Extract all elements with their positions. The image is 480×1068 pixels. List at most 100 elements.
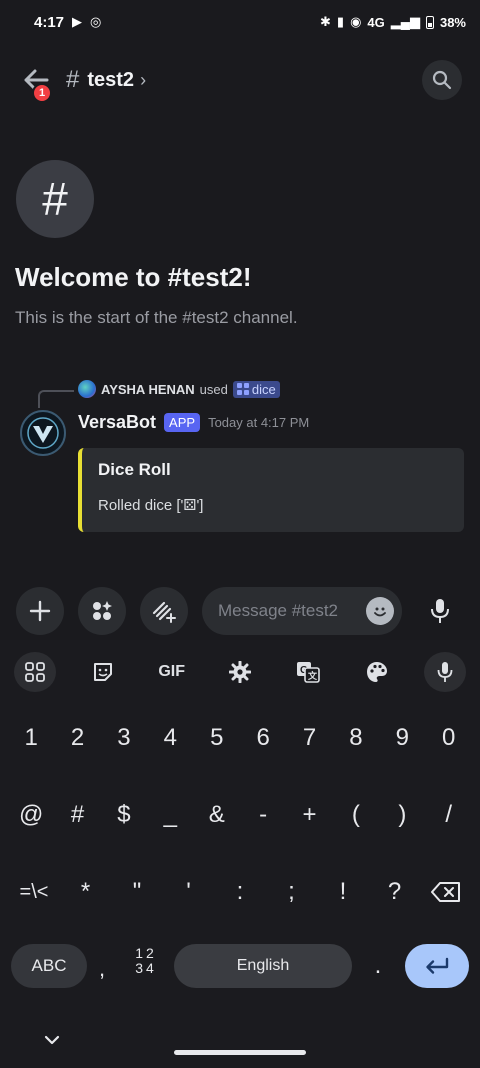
notification-badge: 1	[32, 83, 52, 103]
space-key[interactable]: English	[174, 944, 352, 988]
enter-key[interactable]	[405, 944, 469, 988]
message-input-placeholder: Message #test2	[218, 601, 339, 620]
home-gesture-bar[interactable]	[174, 1050, 306, 1055]
user-avatar[interactable]	[78, 380, 96, 398]
welcome-title: Welcome to #test2!	[15, 262, 252, 292]
key-exclamation[interactable]: !	[323, 867, 363, 917]
key-minus[interactable]: -	[243, 790, 283, 840]
key-8[interactable]: 8	[336, 713, 376, 763]
chevron-down-icon	[44, 1035, 60, 1045]
key-slash[interactable]: /	[429, 790, 469, 840]
key-5[interactable]: 5	[197, 713, 237, 763]
channel-title[interactable]: test2	[87, 69, 134, 92]
voice-message-button[interactable]	[416, 587, 464, 635]
add-button[interactable]	[16, 587, 64, 635]
embed-title: Dice Roll	[98, 460, 171, 479]
key-dollar[interactable]: $	[104, 790, 144, 840]
sticker-button[interactable]	[82, 652, 124, 692]
key-question[interactable]: ?	[375, 867, 415, 917]
signal-icon: ▂▄▆	[390, 14, 420, 29]
key-single-quote[interactable]: '	[169, 867, 209, 917]
gear-icon	[228, 661, 251, 683]
sticker-icon	[94, 663, 113, 681]
bottom-key-row: ABC , 12 34 English .	[0, 944, 480, 988]
command-name: dice	[251, 381, 276, 397]
channel-hash-large-icon: #	[16, 160, 94, 238]
apps-button[interactable]	[78, 587, 126, 635]
enter-icon	[426, 957, 449, 974]
key-4[interactable]: 4	[150, 713, 190, 763]
message-timestamp: Today at 4:17 PM	[208, 415, 310, 430]
backspace-key[interactable]	[426, 867, 466, 917]
abc-key[interactable]: ABC	[11, 944, 87, 988]
grid-icon	[25, 662, 45, 682]
chevron-right-icon[interactable]: ›	[140, 70, 146, 91]
mic-icon	[431, 599, 449, 623]
hotspot-icon: ◉	[350, 14, 362, 29]
gif-button[interactable]: GIF	[151, 652, 193, 692]
message-header: VersaBot APP Today at 4:17 PM	[78, 412, 309, 433]
voice-typing-button[interactable]	[423, 652, 466, 692]
key-3[interactable]: 3	[104, 713, 144, 763]
composer-row: Message #test2	[0, 586, 480, 636]
key-close-paren[interactable]: )	[382, 790, 422, 840]
bot-avatar[interactable]	[20, 410, 66, 456]
interaction-user[interactable]: AYSHA HENAN	[101, 382, 195, 397]
key-0[interactable]: 0	[429, 713, 469, 763]
status-time: 4:17	[34, 13, 65, 31]
activities-button[interactable]	[140, 587, 188, 635]
emoji-icon	[374, 607, 386, 617]
youtube-icon: ▶	[72, 14, 83, 29]
key-colon[interactable]: :	[220, 867, 260, 917]
search-button[interactable]	[422, 60, 462, 100]
key-ampersand[interactable]: &	[197, 790, 237, 840]
activity-icon	[152, 601, 176, 623]
numpad-top-label: 12	[135, 945, 157, 961]
key-open-paren[interactable]: (	[336, 790, 376, 840]
comma-key[interactable]: ,	[92, 944, 112, 988]
key-1[interactable]: 1	[11, 713, 51, 763]
keyboard-menu-button[interactable]	[14, 652, 56, 692]
symbol-row-2: =\< * " ' : ; ! ?	[0, 867, 480, 917]
vibrate-icon: ▮	[336, 14, 345, 29]
key-2[interactable]: 2	[58, 713, 98, 763]
bluetooth-icon: ✱	[320, 14, 331, 29]
plus-icon	[29, 600, 51, 622]
message-input[interactable]: Message #test2	[202, 587, 402, 635]
theme-button[interactable]	[356, 652, 398, 692]
message-embed: Dice Roll Rolled dice ['⚄']	[78, 448, 464, 532]
number-row: 1 2 3 4 5 6 7 8 9 0	[0, 713, 480, 763]
key-more-symbols[interactable]: =\<	[14, 867, 54, 917]
svg-text:文: 文	[307, 670, 318, 682]
key-7[interactable]: 7	[290, 713, 330, 763]
key-at[interactable]: @	[11, 790, 51, 840]
battery-percent: 38%	[439, 14, 466, 30]
palette-icon	[366, 662, 387, 682]
key-hash[interactable]: #	[58, 790, 98, 840]
key-asterisk[interactable]: *	[66, 867, 106, 917]
numpad-key[interactable]: 12 34	[128, 946, 164, 988]
emoji-button[interactable]	[366, 597, 394, 625]
key-double-quote[interactable]: "	[117, 867, 157, 917]
settings-button[interactable]	[219, 652, 261, 692]
search-icon	[432, 70, 452, 90]
key-plus[interactable]: +	[290, 790, 330, 840]
back-button[interactable]: 1	[18, 62, 54, 103]
key-9[interactable]: 9	[382, 713, 422, 763]
key-underscore[interactable]: _	[150, 790, 190, 840]
numpad-bottom-label: 34	[135, 960, 157, 976]
key-6[interactable]: 6	[243, 713, 283, 763]
command-icon	[236, 383, 249, 395]
period-key[interactable]: .	[366, 944, 390, 988]
command-interaction[interactable]: AYSHA HENAN used dice	[78, 380, 280, 398]
hide-keyboard-button[interactable]	[40, 1028, 64, 1052]
key-semicolon[interactable]: ;	[272, 867, 312, 917]
soft-keyboard: GIF G 文 1 2 3 4 5 6 7 8 9 0 @ # $ _ & - …	[0, 640, 480, 1068]
battery-icon	[425, 15, 434, 29]
status-bar: 4:17 ▶ ◎ ✱ ▮ ◉ 4G ▂▄▆ 38%	[0, 0, 480, 44]
reply-connector	[38, 390, 74, 408]
command-pill[interactable]: dice	[232, 380, 280, 398]
translate-button[interactable]: G 文	[287, 652, 329, 692]
author-name[interactable]: VersaBot	[78, 412, 156, 433]
symbol-row-1: @ # $ _ & - + ( ) /	[0, 790, 480, 840]
